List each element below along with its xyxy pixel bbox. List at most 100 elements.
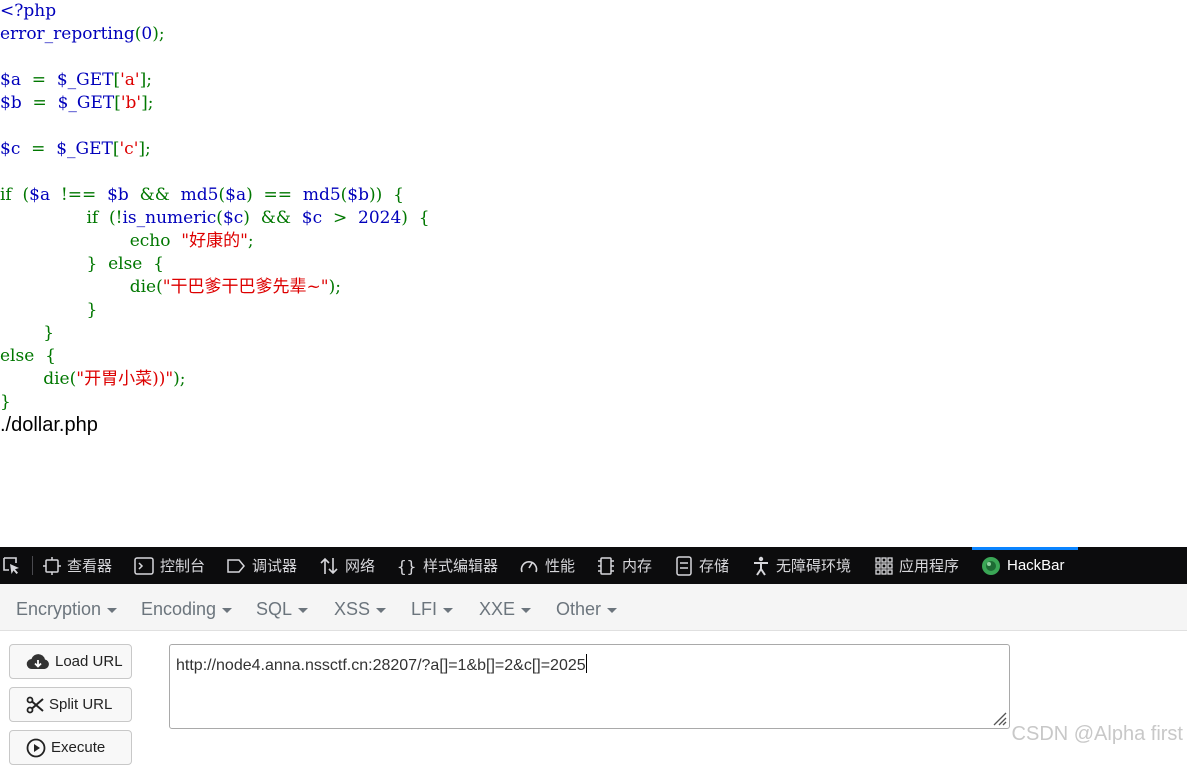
code-token: md5 <box>180 185 219 205</box>
tab-accessibility[interactable]: 无障碍环境 <box>752 547 851 584</box>
tab-label: 样式编辑器 <box>423 558 499 575</box>
code-token: = <box>20 70 57 90</box>
tab-label: 存储 <box>699 558 730 575</box>
menu-xxe[interactable]: XXE <box>479 599 532 620</box>
menu-xss[interactable]: XSS <box>334 599 387 620</box>
code-token: > <box>322 208 358 228</box>
code-token: $_GET <box>57 93 115 113</box>
tab-performance[interactable]: 性能 <box>519 547 575 584</box>
code-token: $c <box>301 208 323 228</box>
menu-sql[interactable]: SQL <box>256 599 309 620</box>
hackbar-body: Load URL Split URL Execute http://node4.… <box>0 631 1187 765</box>
code-token: 'c' <box>119 139 139 159</box>
code-token: $a <box>225 185 247 205</box>
cloud-download-icon <box>26 653 49 669</box>
code-token: ; <box>247 231 254 251</box>
file-path-text: ./dollar.php <box>0 414 98 436</box>
chevron-down-icon <box>222 608 233 613</box>
menu-encoding[interactable]: Encoding <box>141 599 233 620</box>
tab-label: 无障碍环境 <box>776 558 852 575</box>
load-url-button[interactable]: Load URL <box>9 644 132 679</box>
code-line: if ($a !== $b && md5($a) == md5($b)) { <box>0 184 430 207</box>
code-token: 0 <box>141 24 153 44</box>
code-line: die("开胃小菜))"); <box>0 368 430 391</box>
tab-network[interactable]: 网络 <box>319 547 375 584</box>
code-token: "开胃小菜))" <box>76 369 174 389</box>
split-url-button[interactable]: Split URL <box>9 687 132 722</box>
code-line: $a = $_GET['a']; <box>0 69 430 92</box>
code-token: && <box>128 185 181 205</box>
console-icon <box>134 556 154 575</box>
code-line: $c = $_GET['c']; <box>0 138 430 161</box>
url-textarea[interactable]: http://node4.anna.nssctf.cn:28207/?a[]=1… <box>169 644 1010 729</box>
code-token: $_GET <box>56 139 113 159</box>
tab-application[interactable]: 应用程序 <box>875 547 959 584</box>
code-token: $a <box>0 70 21 90</box>
tab-memory[interactable]: 内存 <box>596 547 652 584</box>
resize-handle-icon[interactable] <box>991 710 1007 726</box>
code-line: } <box>0 322 430 345</box>
inspector-icon <box>43 556 61 575</box>
tab-inspector[interactable]: 查看器 <box>43 547 112 584</box>
tab-debugger[interactable]: 调试器 <box>226 547 297 584</box>
hackbar-menu: Encryption Encoding SQL XSS LFI XXE Othe… <box>0 584 1187 631</box>
tab-hackbar[interactable]: HackBar <box>981 547 1065 584</box>
chevron-down-icon <box>443 608 454 613</box>
code-token: $c <box>0 139 21 159</box>
code-token: ]; <box>139 70 152 90</box>
code-token: ) { <box>401 208 430 228</box>
chevron-down-icon <box>298 608 309 613</box>
tab-label: 内存 <box>622 558 653 575</box>
text-cursor <box>585 654 587 673</box>
code-line: else { <box>0 345 430 368</box>
code-line: <?php <box>0 0 430 23</box>
code-line: if (!is_numeric($c) && $c > 2024) { <box>0 207 430 230</box>
menu-other[interactable]: Other <box>556 599 618 620</box>
menu-lfi[interactable]: LFI <box>411 599 454 620</box>
code-line: } <box>0 299 430 322</box>
code-token: 'b' <box>120 93 142 113</box>
tab-label: 控制台 <box>160 558 206 575</box>
php-source-code: <?php error_reporting(0); $a = $_GET['a']… <box>0 0 430 414</box>
tab-label: HackBar <box>1007 557 1065 574</box>
code-token: = <box>20 139 57 159</box>
tab-label: 性能 <box>545 558 576 575</box>
chevron-down-icon <box>376 608 387 613</box>
code-line: $b = $_GET['b']; <box>0 92 430 115</box>
chevron-down-icon <box>607 608 618 613</box>
code-token: [ <box>112 139 120 159</box>
watermark: CSDN @Alpha first <box>1011 723 1183 745</box>
code-token: ); <box>173 369 186 389</box>
devtools-toolbar: 查看器 控制台 调试器 网络 {} 样式编辑器 性能 内存 存储 无障碍环境 应… <box>0 547 1187 584</box>
code-token: ( <box>216 208 223 228</box>
tab-label: 调试器 <box>252 558 298 575</box>
menu-encryption[interactable]: Encryption <box>16 599 118 620</box>
code-token: <?php <box>0 1 57 21</box>
code-token: [ <box>114 93 121 113</box>
storage-icon <box>676 555 692 576</box>
element-picker-icon[interactable] <box>2 547 22 584</box>
code-token: } <box>0 300 98 320</box>
code-token: md5 <box>302 185 341 205</box>
performance-icon <box>520 560 538 572</box>
code-token: ]; <box>138 139 151 159</box>
tab-console[interactable]: 控制台 <box>134 547 205 584</box>
code-line: error_reporting(0); <box>0 23 430 46</box>
hackbar-icon <box>982 556 1000 575</box>
code-token: $_GET <box>56 70 114 90</box>
network-icon <box>320 557 338 574</box>
code-token: is_numeric <box>122 208 217 228</box>
tab-storage[interactable]: 存储 <box>675 547 729 584</box>
code-token: "干巴爹干巴爹先辈~" <box>162 277 329 297</box>
tab-style-editor[interactable]: {} 样式编辑器 <box>397 547 498 584</box>
code-token: error_reporting <box>0 24 135 44</box>
execute-button[interactable]: Execute <box>9 730 132 765</box>
code-token: ) == <box>246 185 303 205</box>
style-editor-icon: {} <box>397 557 416 575</box>
code-token: 'a' <box>120 70 140 90</box>
code-token: $b <box>107 185 129 205</box>
code-token: else { <box>0 346 56 366</box>
